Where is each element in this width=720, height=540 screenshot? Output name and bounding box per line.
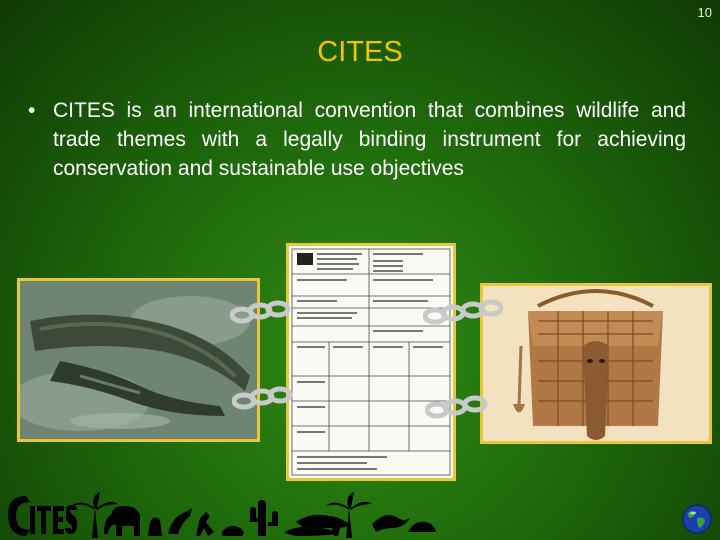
slide: 10 CITES • CITES is an international con…: [0, 0, 720, 540]
chain-icon: [230, 300, 291, 324]
slide-number: 10: [697, 5, 712, 20]
footer-silhouettes: [8, 492, 436, 538]
crocodile-leather-bag-photo: [480, 283, 712, 444]
globe-icon: [682, 504, 712, 534]
bullet-list: • CITES is an international convention t…: [28, 96, 686, 183]
slide-title: CITES: [317, 36, 403, 68]
chain-icon: [232, 386, 293, 410]
leather-bag-illustration: [483, 286, 709, 441]
permit-form-illustration: [289, 246, 453, 478]
cites-permit-document: [286, 243, 456, 481]
crocodile-photo: [17, 278, 260, 442]
chain-icon: [425, 395, 488, 419]
bullet-marker: •: [28, 99, 36, 122]
bullet-item: • CITES is an international convention t…: [28, 96, 686, 183]
crocodile-illustration: [20, 281, 257, 439]
bullet-text: CITES is an international convention tha…: [53, 99, 686, 180]
chain-icon: [423, 299, 504, 325]
